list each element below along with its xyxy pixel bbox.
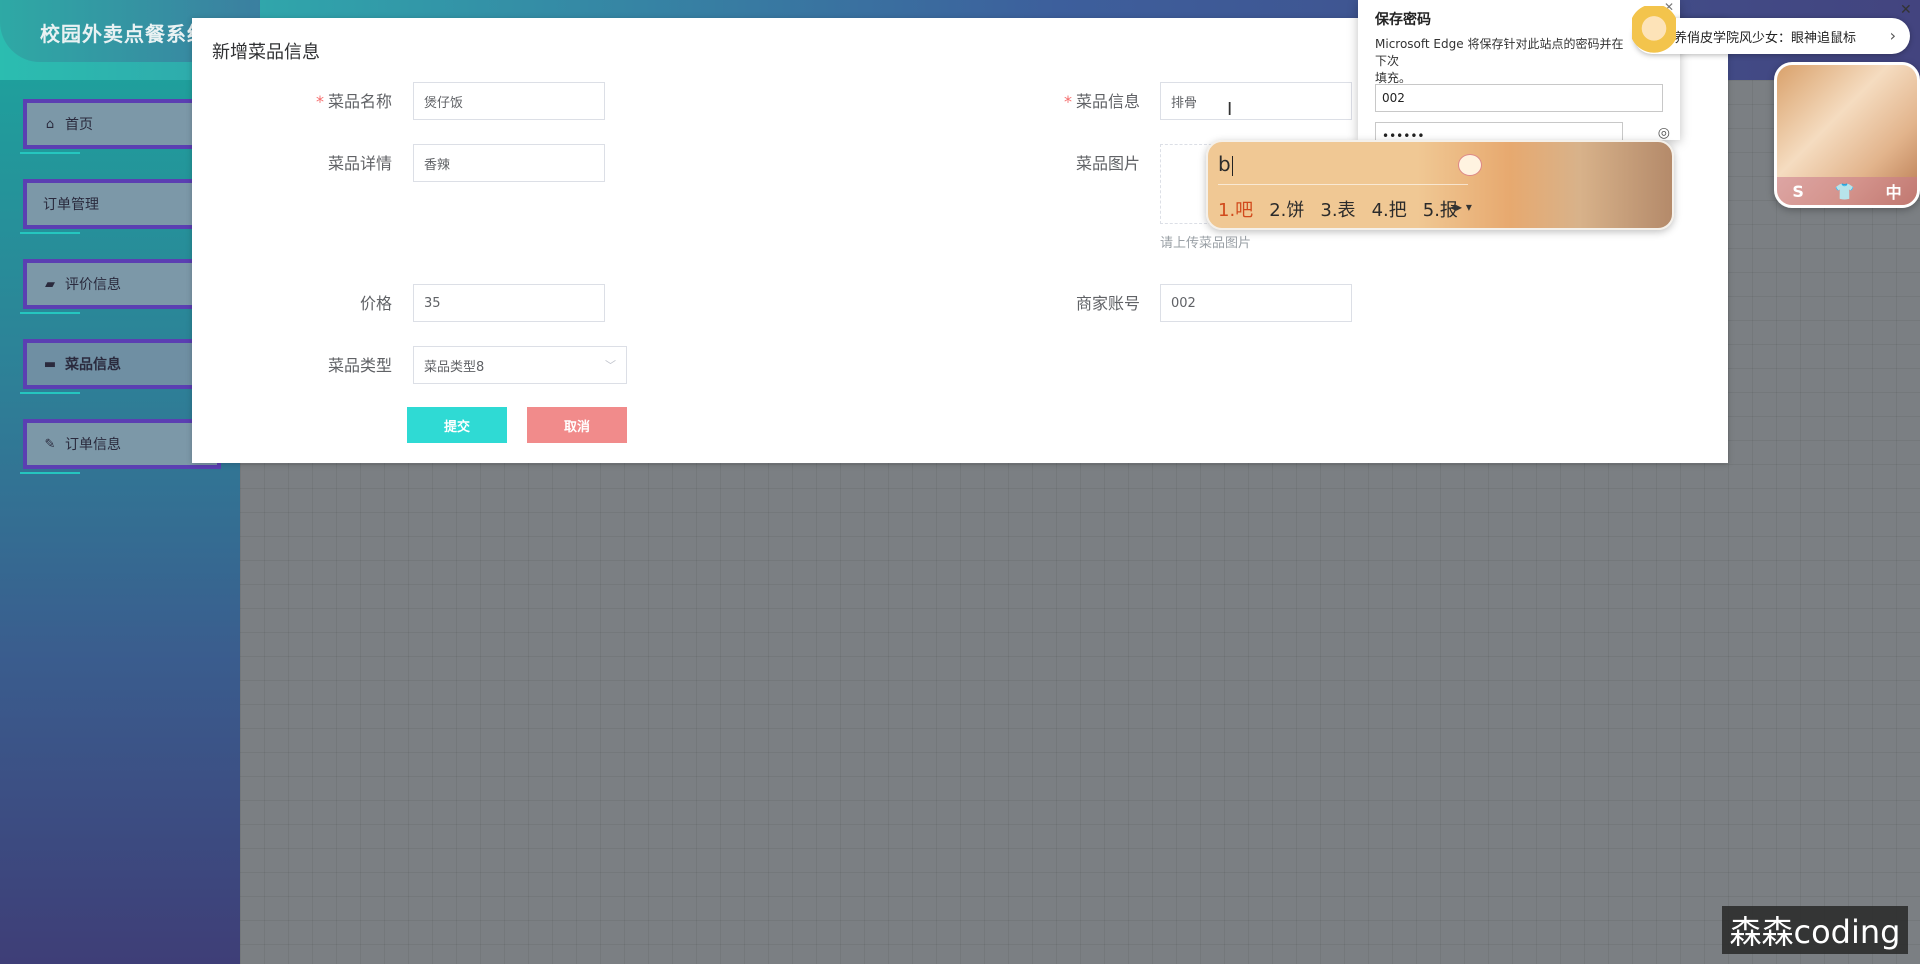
anime-avatar-icon xyxy=(1632,6,1676,62)
sidebar-item-label: 首页 xyxy=(65,117,93,133)
dish-info-input[interactable]: 排骨 xyxy=(1160,82,1352,120)
submit-button[interactable]: 提交 xyxy=(407,407,507,443)
nav-decoration xyxy=(20,392,80,394)
side-photo-widget[interactable]: S 👕 中 xyxy=(1774,62,1920,208)
dish-name-label: * 菜品名称 xyxy=(315,92,392,111)
save-password-description: Microsoft Edge 将保存针对此站点的密码并在下次 填充。 xyxy=(1375,37,1624,85)
dish-image-label: 菜品图片 xyxy=(1075,154,1140,173)
widget-toolbar: S 👕 中 xyxy=(1777,177,1917,205)
dish-detail-label: 菜品详情 xyxy=(327,154,392,173)
dialog-title: 新增菜品信息 xyxy=(212,42,320,63)
ime-candidates: 1.吧 2.饼 3.表 4.把 5.报 xyxy=(1218,196,1458,222)
folder-icon: ▬ xyxy=(43,356,57,372)
dish-type-label: 菜品类型 xyxy=(327,356,392,375)
ime-divider xyxy=(1218,184,1468,185)
dish-info-label: * 菜品信息 xyxy=(1063,92,1140,111)
chevron-down-icon: ﹀ xyxy=(605,359,616,372)
app-title: 校园外卖点餐系统 xyxy=(40,22,208,46)
home-icon: ⌂ xyxy=(45,116,55,132)
ime-candidate[interactable]: 1.吧 xyxy=(1218,196,1253,222)
text-cursor-icon: I xyxy=(1227,99,1233,120)
merchant-account-input[interactable]: 002 xyxy=(1160,284,1352,322)
price-input[interactable]: 35 xyxy=(413,284,605,322)
ime-skin-icon[interactable] xyxy=(1458,154,1482,176)
ime-candidate[interactable]: 2.饼 xyxy=(1269,196,1304,222)
nav-decoration xyxy=(20,232,80,234)
sidebar-item-order-management[interactable]: 订单管理 xyxy=(23,179,221,229)
ime-page-arrows-icon[interactable]: ◂▸ ▾ xyxy=(1450,200,1472,214)
dish-name-input[interactable]: 煲仔饭 xyxy=(413,82,605,120)
nav-decoration xyxy=(20,152,80,154)
required-mark: * xyxy=(1063,92,1072,111)
dish-detail-input[interactable]: 香辣 xyxy=(413,144,605,182)
sidebar-item-reviews[interactable]: ▰ 评价信息 xyxy=(23,259,221,309)
price-label: 价格 xyxy=(359,294,392,313)
sidebar-item-orders[interactable]: ✎ 订单信息 xyxy=(23,419,221,469)
sidebar-item-label: 菜品信息 xyxy=(65,357,121,373)
save-password-title: 保存密码 xyxy=(1375,12,1431,28)
nav-decoration xyxy=(20,312,80,314)
required-mark: * xyxy=(315,92,324,111)
ime-candidate-window: b 1.吧 2.饼 3.表 4.把 5.报 ◂▸ ▾ xyxy=(1206,140,1674,230)
language-toggle[interactable]: 中 xyxy=(1886,179,1902,203)
sidebar-item-label: 评价信息 xyxy=(65,277,121,293)
notification-text: 养俏皮学院风少女：眼神追鼠标 xyxy=(1674,30,1857,46)
cancel-button[interactable]: 取消 xyxy=(527,407,627,443)
image-upload-hint: 请上传菜品图片 xyxy=(1160,236,1252,251)
dish-type-select[interactable]: 菜品类型8 ﹀ xyxy=(413,346,627,384)
dish-type-value: 菜品类型8 xyxy=(424,359,485,375)
sidebar-item-dishes[interactable]: ▬ 菜品信息 xyxy=(23,339,221,389)
chevron-right-icon[interactable]: › xyxy=(1890,26,1896,45)
merchant-account-label: 商家账号 xyxy=(1075,294,1140,313)
watermark: 森森coding xyxy=(1722,906,1908,954)
ime-candidate[interactable]: 4.把 xyxy=(1372,196,1407,222)
close-icon[interactable]: ✕ xyxy=(1900,2,1912,18)
sogou-icon[interactable]: S xyxy=(1792,182,1804,201)
sidebar-item-home[interactable]: ⌂ 首页 xyxy=(23,99,221,149)
skin-icon[interactable]: 👕 xyxy=(1835,182,1855,201)
show-password-icon[interactable]: ◎ xyxy=(1658,125,1670,141)
sidebar-item-label: 订单管理 xyxy=(43,197,99,213)
sidebar-item-label: 订单信息 xyxy=(65,437,121,453)
edit-icon: ✎ xyxy=(44,436,56,452)
nav-decoration xyxy=(20,472,80,474)
ime-candidate[interactable]: 3.表 xyxy=(1320,196,1355,222)
ime-composition: b xyxy=(1218,152,1231,176)
comment-icon: ▰ xyxy=(45,276,55,292)
username-field[interactable]: 002 xyxy=(1375,84,1663,112)
